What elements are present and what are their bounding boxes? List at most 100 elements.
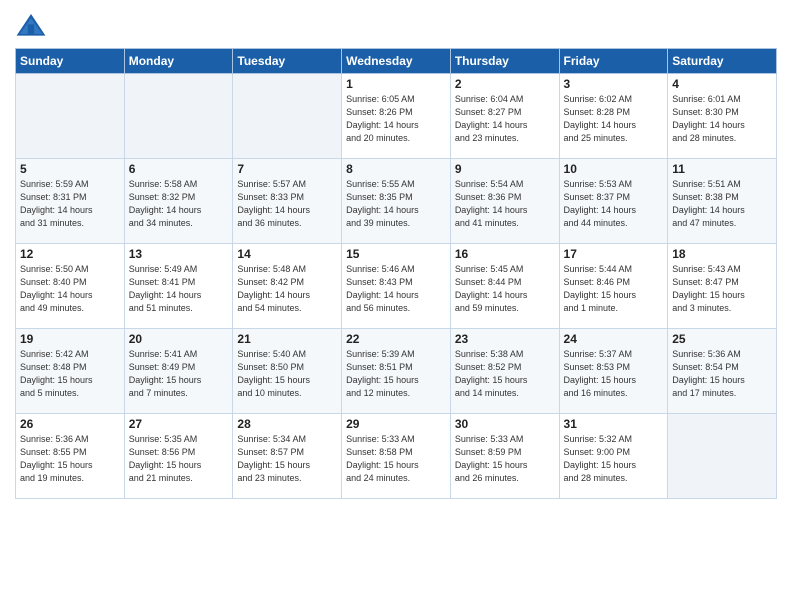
- calendar-week-3: 12 Sunrise: 5:50 AM Sunset: 8:40 PM Dayli…: [16, 244, 777, 329]
- day-number: 9: [455, 162, 555, 176]
- calendar-cell: 21 Sunrise: 5:40 AM Sunset: 8:50 PM Dayli…: [233, 329, 342, 414]
- day-number: 8: [346, 162, 446, 176]
- calendar-header-row: SundayMondayTuesdayWednesdayThursdayFrid…: [16, 49, 777, 74]
- day-info: Sunrise: 5:50 AM Sunset: 8:40 PM Dayligh…: [20, 263, 120, 315]
- day-info: Sunrise: 5:58 AM Sunset: 8:32 PM Dayligh…: [129, 178, 229, 230]
- day-info: Sunrise: 5:51 AM Sunset: 8:38 PM Dayligh…: [672, 178, 772, 230]
- calendar-cell: 11Sunrise: 5:51 AM Sunset: 8:38 PM Dayli…: [668, 159, 777, 244]
- day-number: 29: [346, 417, 446, 431]
- calendar-cell: 28 Sunrise: 5:34 AM Sunset: 8:57 PM Dayli…: [233, 414, 342, 499]
- calendar-cell: 10 Sunrise: 5:53 AM Sunset: 8:37 PM Dayli…: [559, 159, 668, 244]
- day-info: Sunrise: 5:42 AM Sunset: 8:48 PM Dayligh…: [20, 348, 120, 400]
- day-info: Sunrise: 6:02 AM Sunset: 8:28 PM Dayligh…: [564, 93, 664, 145]
- day-info: Sunrise: 5:35 AM Sunset: 8:56 PM Dayligh…: [129, 433, 229, 485]
- day-of-week-monday: Monday: [124, 49, 233, 74]
- day-number: 10: [564, 162, 664, 176]
- calendar-cell: 20Sunrise: 5:41 AM Sunset: 8:49 PM Dayli…: [124, 329, 233, 414]
- day-number: 17: [564, 247, 664, 261]
- calendar-cell: 24 Sunrise: 5:37 AM Sunset: 8:53 PM Dayli…: [559, 329, 668, 414]
- day-info: Sunrise: 5:36 AM Sunset: 8:55 PM Dayligh…: [20, 433, 120, 485]
- day-info: Sunrise: 5:37 AM Sunset: 8:53 PM Dayligh…: [564, 348, 664, 400]
- header: [15, 10, 777, 42]
- calendar-cell: 7 Sunrise: 5:57 AM Sunset: 8:33 PM Daylig…: [233, 159, 342, 244]
- day-number: 22: [346, 332, 446, 346]
- day-info: Sunrise: 5:45 AM Sunset: 8:44 PM Dayligh…: [455, 263, 555, 315]
- calendar-cell: 19Sunrise: 5:42 AM Sunset: 8:48 PM Dayli…: [16, 329, 125, 414]
- day-number: 27: [129, 417, 229, 431]
- day-of-week-friday: Friday: [559, 49, 668, 74]
- day-number: 23: [455, 332, 555, 346]
- calendar-cell: 25 Sunrise: 5:36 AM Sunset: 8:54 PM Dayli…: [668, 329, 777, 414]
- day-number: 12: [20, 247, 120, 261]
- day-number: 2: [455, 77, 555, 91]
- day-of-week-wednesday: Wednesday: [342, 49, 451, 74]
- calendar-cell: 29 Sunrise: 5:33 AM Sunset: 8:58 PM Dayli…: [342, 414, 451, 499]
- day-number: 24: [564, 332, 664, 346]
- day-info: Sunrise: 5:54 AM Sunset: 8:36 PM Dayligh…: [455, 178, 555, 230]
- day-number: 6: [129, 162, 229, 176]
- day-number: 25: [672, 332, 772, 346]
- day-number: 7: [237, 162, 337, 176]
- day-of-week-sunday: Sunday: [16, 49, 125, 74]
- calendar-cell: 31 Sunrise: 5:32 AM Sunset: 9:00 PM Dayli…: [559, 414, 668, 499]
- day-number: 28: [237, 417, 337, 431]
- day-info: Sunrise: 6:04 AM Sunset: 8:27 PM Dayligh…: [455, 93, 555, 145]
- calendar-cell: 26 Sunrise: 5:36 AM Sunset: 8:55 PM Dayli…: [16, 414, 125, 499]
- day-info: Sunrise: 5:49 AM Sunset: 8:41 PM Dayligh…: [129, 263, 229, 315]
- calendar-cell: [16, 74, 125, 159]
- calendar-cell: [668, 414, 777, 499]
- day-info: Sunrise: 5:40 AM Sunset: 8:50 PM Dayligh…: [237, 348, 337, 400]
- day-info: Sunrise: 5:34 AM Sunset: 8:57 PM Dayligh…: [237, 433, 337, 485]
- day-info: Sunrise: 5:44 AM Sunset: 8:46 PM Dayligh…: [564, 263, 664, 315]
- day-number: 4: [672, 77, 772, 91]
- day-number: 13: [129, 247, 229, 261]
- calendar-cell: 2 Sunrise: 6:04 AM Sunset: 8:27 PM Daylig…: [450, 74, 559, 159]
- day-number: 3: [564, 77, 664, 91]
- day-number: 20: [129, 332, 229, 346]
- day-info: Sunrise: 6:01 AM Sunset: 8:30 PM Dayligh…: [672, 93, 772, 145]
- day-info: Sunrise: 5:43 AM Sunset: 8:47 PM Dayligh…: [672, 263, 772, 315]
- logo: [15, 10, 51, 42]
- day-info: Sunrise: 5:39 AM Sunset: 8:51 PM Dayligh…: [346, 348, 446, 400]
- day-number: 1: [346, 77, 446, 91]
- day-number: 14: [237, 247, 337, 261]
- calendar-cell: [124, 74, 233, 159]
- calendar-cell: 4 Sunrise: 6:01 AM Sunset: 8:30 PM Daylig…: [668, 74, 777, 159]
- calendar-cell: 13 Sunrise: 5:49 AM Sunset: 8:41 PM Dayli…: [124, 244, 233, 329]
- calendar-cell: 8 Sunrise: 5:55 AM Sunset: 8:35 PM Daylig…: [342, 159, 451, 244]
- day-of-week-thursday: Thursday: [450, 49, 559, 74]
- calendar-cell: 23 Sunrise: 5:38 AM Sunset: 8:52 PM Dayli…: [450, 329, 559, 414]
- calendar-cell: 15 Sunrise: 5:46 AM Sunset: 8:43 PM Dayli…: [342, 244, 451, 329]
- day-info: Sunrise: 5:57 AM Sunset: 8:33 PM Dayligh…: [237, 178, 337, 230]
- calendar-cell: 6 Sunrise: 5:58 AM Sunset: 8:32 PM Daylig…: [124, 159, 233, 244]
- calendar-cell: 12 Sunrise: 5:50 AM Sunset: 8:40 PM Dayli…: [16, 244, 125, 329]
- day-info: Sunrise: 5:36 AM Sunset: 8:54 PM Dayligh…: [672, 348, 772, 400]
- calendar-cell: 16 Sunrise: 5:45 AM Sunset: 8:44 PM Dayli…: [450, 244, 559, 329]
- day-info: Sunrise: 5:33 AM Sunset: 8:58 PM Dayligh…: [346, 433, 446, 485]
- day-number: 5: [20, 162, 120, 176]
- calendar-cell: 5Sunrise: 5:59 AM Sunset: 8:31 PM Daylig…: [16, 159, 125, 244]
- calendar-cell: 30Sunrise: 5:33 AM Sunset: 8:59 PM Dayli…: [450, 414, 559, 499]
- day-info: Sunrise: 5:32 AM Sunset: 9:00 PM Dayligh…: [564, 433, 664, 485]
- day-info: Sunrise: 5:53 AM Sunset: 8:37 PM Dayligh…: [564, 178, 664, 230]
- calendar-cell: [233, 74, 342, 159]
- day-of-week-saturday: Saturday: [668, 49, 777, 74]
- day-info: Sunrise: 5:48 AM Sunset: 8:42 PM Dayligh…: [237, 263, 337, 315]
- day-info: Sunrise: 5:46 AM Sunset: 8:43 PM Dayligh…: [346, 263, 446, 315]
- day-number: 16: [455, 247, 555, 261]
- day-info: Sunrise: 6:05 AM Sunset: 8:26 PM Dayligh…: [346, 93, 446, 145]
- calendar-cell: 22 Sunrise: 5:39 AM Sunset: 8:51 PM Dayli…: [342, 329, 451, 414]
- day-info: Sunrise: 5:55 AM Sunset: 8:35 PM Dayligh…: [346, 178, 446, 230]
- day-number: 21: [237, 332, 337, 346]
- calendar-cell: 18 Sunrise: 5:43 AM Sunset: 8:47 PM Dayli…: [668, 244, 777, 329]
- day-number: 31: [564, 417, 664, 431]
- calendar-week-1: 1 Sunrise: 6:05 AM Sunset: 8:26 PM Daylig…: [16, 74, 777, 159]
- calendar-cell: 3 Sunrise: 6:02 AM Sunset: 8:28 PM Daylig…: [559, 74, 668, 159]
- day-info: Sunrise: 5:38 AM Sunset: 8:52 PM Dayligh…: [455, 348, 555, 400]
- day-number: 15: [346, 247, 446, 261]
- day-number: 18: [672, 247, 772, 261]
- day-number: 26: [20, 417, 120, 431]
- calendar-week-2: 5Sunrise: 5:59 AM Sunset: 8:31 PM Daylig…: [16, 159, 777, 244]
- logo-icon: [15, 10, 47, 42]
- calendar-cell: 17 Sunrise: 5:44 AM Sunset: 8:46 PM Dayli…: [559, 244, 668, 329]
